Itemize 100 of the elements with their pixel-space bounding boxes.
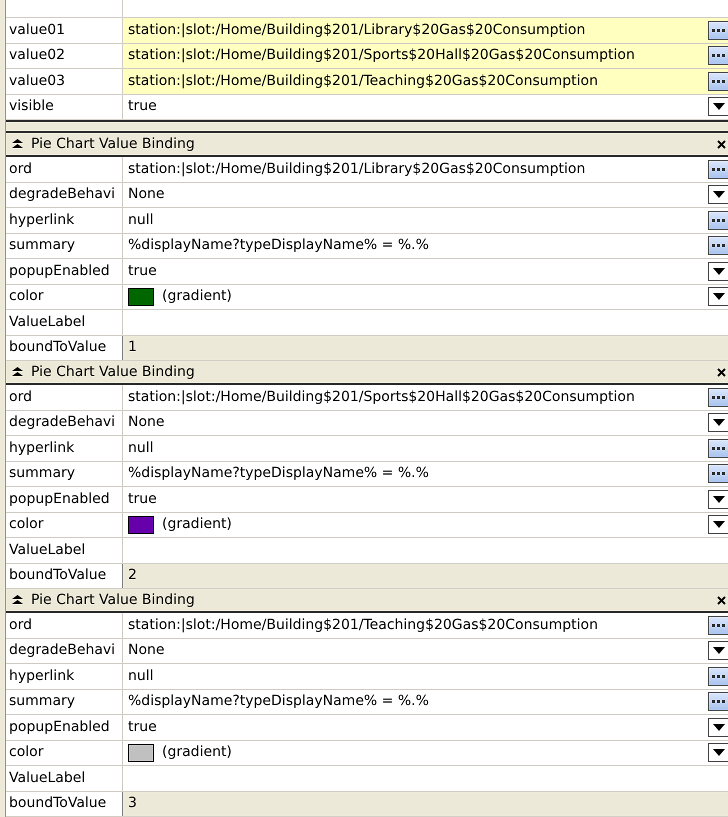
collapse-icon[interactable] <box>12 367 23 377</box>
browse-button[interactable] <box>708 666 728 686</box>
property-name: hyperlink <box>6 664 123 688</box>
property-name: hyperlink <box>6 436 123 460</box>
property-value: null <box>128 438 154 458</box>
browse-button[interactable] <box>708 160 728 179</box>
browse-button[interactable] <box>708 692 728 712</box>
value-cell[interactable]: %displayName?typeDisplayName% = %.% <box>123 234 728 258</box>
value-cell[interactable]: %displayName?typeDisplayName% = %.% <box>123 462 728 486</box>
value-cell[interactable]: %displayName?typeDisplayName% = %.% <box>123 690 728 714</box>
close-icon[interactable] <box>717 140 726 148</box>
value-cell[interactable]: station:|slot:/Home/Building$201/Sports$20Hall$20Gas$20Consumption <box>123 44 728 68</box>
color-swatch[interactable] <box>128 744 154 762</box>
ellipsis-icon <box>712 472 726 476</box>
property-name: hyperlink <box>6 208 123 232</box>
property-name: degradeBehavi <box>6 182 123 207</box>
ellipsis-icon <box>712 54 726 58</box>
property-name: value01 <box>6 18 123 42</box>
color-swatch[interactable] <box>128 516 154 534</box>
value-cell[interactable]: station:|slot:/Home/Building$201/Teaching$20Gas$20Consumption <box>123 613 728 638</box>
value-cell[interactable]: station:|slot:/Home/Building$201/Library$20Gas$20Consumption <box>123 18 728 42</box>
value-cell[interactable] <box>123 538 728 562</box>
value-cell[interactable]: null <box>123 436 728 460</box>
value-cell[interactable]: station:|slot:/Home/Building$201/Teaching$20Gas$20Consumption <box>123 69 728 94</box>
property-value: station:|slot:/Home/Building$201/Sports$20Hall$20Gas$20Consumption <box>128 388 635 407</box>
property-name: ValueLabel <box>6 766 123 790</box>
ellipsis-icon <box>712 674 726 678</box>
property-value: %displayName?typeDisplayName% = %.% <box>128 236 429 256</box>
caret-icon <box>713 521 725 528</box>
value-cell[interactable]: (gradient) <box>123 740 728 765</box>
value-cell[interactable]: true <box>123 715 728 740</box>
property-value: None <box>128 185 165 204</box>
property-value: station:|slot:/Home/Building$201/Teaching$20Gas$20Consumption <box>128 72 598 91</box>
value-cell[interactable]: (gradient) <box>123 512 728 537</box>
browse-button[interactable] <box>708 20 728 40</box>
property-name: summary <box>6 462 123 486</box>
value-cell[interactable]: true <box>123 94 728 119</box>
caret-icon <box>713 496 725 503</box>
value-cell[interactable]: null <box>123 664 728 688</box>
property-name: summary <box>6 234 123 258</box>
color-swatch[interactable] <box>128 288 154 306</box>
browse-button[interactable] <box>708 236 728 256</box>
dropdown-button[interactable] <box>708 287 728 306</box>
dropdown-button[interactable] <box>708 515 728 534</box>
property-name: ord <box>6 385 123 410</box>
property-value: 2 <box>128 566 137 586</box>
section-title: Pie Chart Value Binding <box>31 134 195 154</box>
caret-icon <box>713 293 725 300</box>
property-value: 3 <box>128 794 137 814</box>
dropdown-button[interactable] <box>708 262 728 281</box>
browse-button[interactable] <box>708 210 728 230</box>
property-name: visible <box>6 94 123 119</box>
property-name: summary <box>6 690 123 714</box>
value-cell[interactable]: station:|slot:/Home/Building$201/Library$20Gas$20Consumption <box>123 157 728 182</box>
property-value: true <box>128 490 157 509</box>
property-value: null <box>128 666 154 686</box>
caret-icon <box>713 724 725 731</box>
value-cell[interactable]: null <box>123 208 728 232</box>
browse-button[interactable] <box>708 72 728 91</box>
property-name: color <box>6 284 123 309</box>
property-name: boundToValue <box>6 336 123 360</box>
collapse-icon[interactable] <box>12 139 23 149</box>
value-cell[interactable]: true <box>123 487 728 512</box>
property-name: color <box>6 512 123 537</box>
ellipsis-icon <box>712 168 726 171</box>
browse-button[interactable] <box>708 438 728 458</box>
value-cell[interactable]: None <box>123 410 728 435</box>
browse-button[interactable] <box>708 388 728 407</box>
browse-button[interactable] <box>708 616 728 635</box>
property-value: null <box>128 210 154 230</box>
dropdown-button[interactable] <box>708 97 728 116</box>
close-icon[interactable] <box>717 596 726 604</box>
property-value: true <box>128 97 157 116</box>
ellipsis-icon <box>712 218 726 222</box>
browse-button[interactable] <box>708 464 728 484</box>
browse-button[interactable] <box>708 46 728 66</box>
value-cell[interactable] <box>123 310 728 334</box>
property-value: station:|slot:/Home/Building$201/Teaching$20Gas$20Consumption <box>128 616 598 635</box>
dropdown-button[interactable] <box>708 490 728 509</box>
value-cell[interactable]: None <box>123 638 728 663</box>
dropdown-button[interactable] <box>708 413 728 432</box>
ellipsis-icon <box>712 80 726 83</box>
value-cell[interactable] <box>123 766 728 790</box>
property-name: boundToValue <box>6 792 123 816</box>
dropdown-button[interactable] <box>708 641 728 660</box>
value-cell[interactable]: station:|slot:/Home/Building$201/Sports$20Hall$20Gas$20Consumption <box>123 385 728 410</box>
dropdown-button[interactable] <box>708 743 728 762</box>
dropdown-button[interactable] <box>708 185 728 204</box>
value-cell[interactable]: true <box>123 259 728 284</box>
property-name: popupEnabled <box>6 259 123 284</box>
collapse-icon[interactable] <box>12 595 23 605</box>
property-name: degradeBehavi <box>6 410 123 435</box>
property-value: None <box>128 641 165 660</box>
value-cell[interactable]: (gradient) <box>123 284 728 309</box>
dropdown-button[interactable] <box>708 718 728 737</box>
property-value: (gradient) <box>162 743 232 762</box>
caret-icon <box>713 647 725 654</box>
close-icon[interactable] <box>717 368 726 376</box>
ellipsis-icon <box>712 700 726 704</box>
value-cell[interactable]: None <box>123 182 728 207</box>
